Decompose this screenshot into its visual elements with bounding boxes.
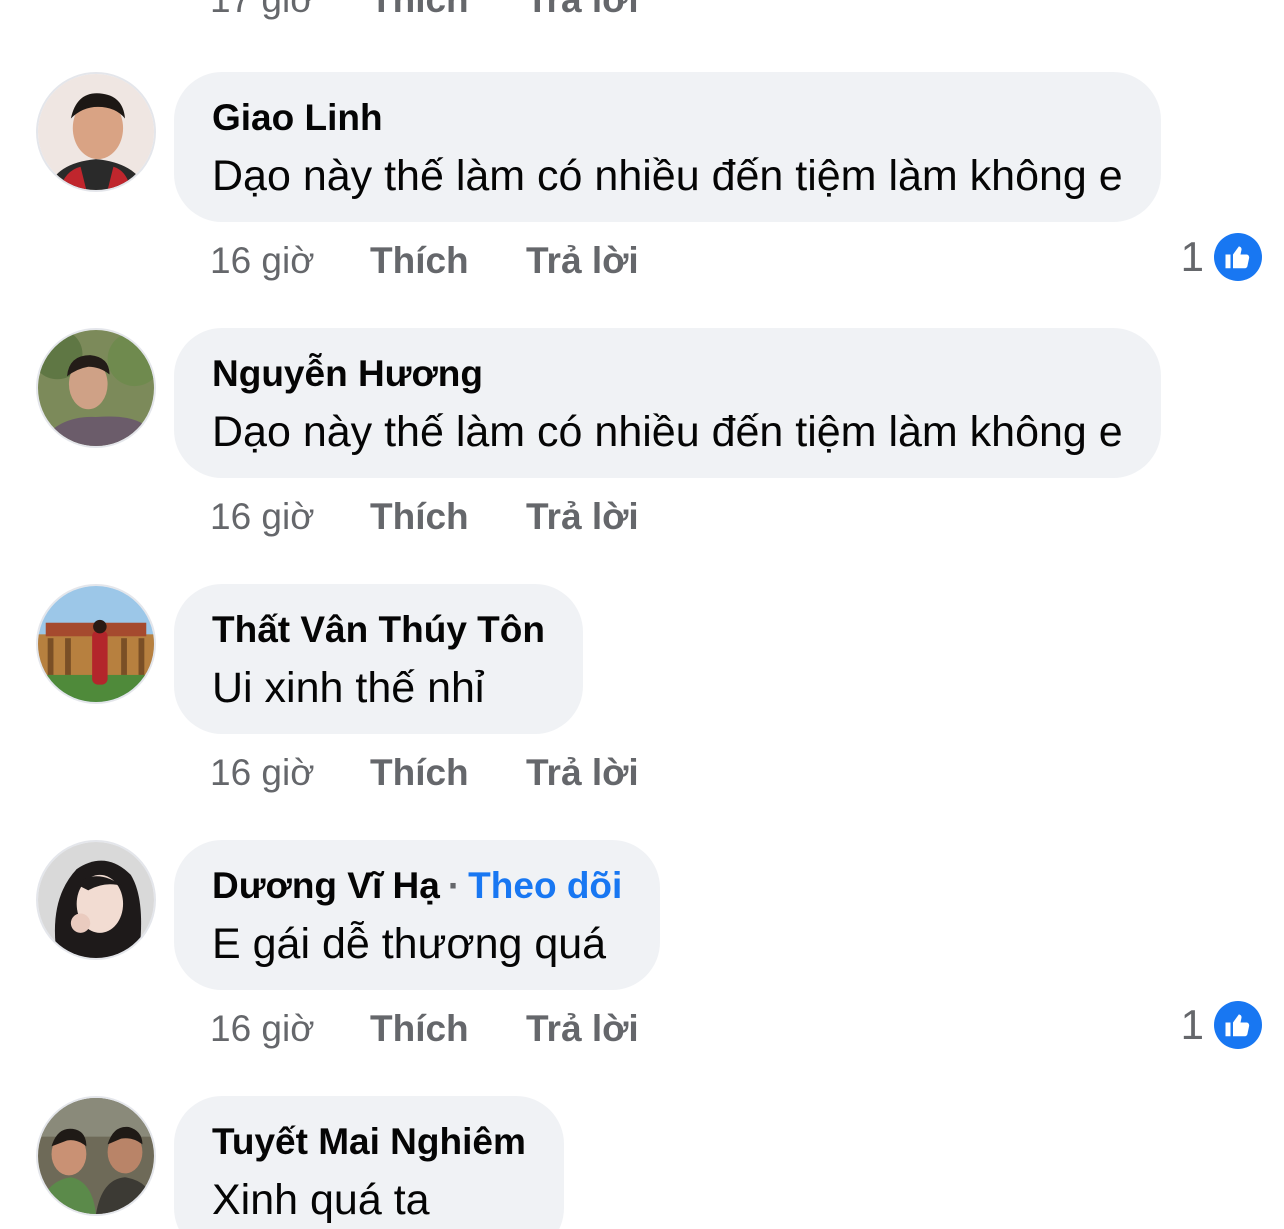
comment-text: Dạo này thế làm có nhiều đến tiệm làm kh…	[212, 152, 1123, 200]
comment-time[interactable]: 16 giờ	[210, 752, 370, 794]
comment-bubble: Nguyễn Hương Dạo này thế làm có nhiều đế…	[174, 328, 1161, 478]
reply-button[interactable]: Trả lời	[526, 1008, 639, 1050]
avatar-photo-icon	[38, 330, 154, 446]
reply-button[interactable]: Trả lời	[526, 752, 639, 794]
like-reaction-icon	[1214, 233, 1262, 281]
reaction-count: 1	[1180, 1001, 1204, 1048]
comment-thread: 17 giờ Thích Trả lời Giao Linh Dạo này t…	[0, 0, 1284, 1229]
commenter-name-line: Dương Vĩ Hạ · Theo dõi	[212, 862, 622, 910]
commenter-name[interactable]: Tuyết Mai Nghiêm	[212, 1118, 526, 1166]
avatar[interactable]	[36, 1096, 156, 1216]
comment-item: Nguyễn Hương Dạo này thế làm có nhiều đế…	[0, 328, 1284, 584]
avatar-photo-icon	[38, 842, 154, 958]
like-button[interactable]: Thích	[370, 240, 526, 282]
avatar[interactable]	[36, 328, 156, 448]
reaction-count: 1	[1180, 233, 1204, 280]
like-button[interactable]: Thích	[370, 1008, 526, 1050]
comment-text: Xinh quá ta	[212, 1176, 430, 1224]
commenter-name[interactable]: Dương Vĩ Hạ	[212, 865, 440, 906]
comment-time[interactable]: 16 giờ	[210, 240, 370, 282]
comment-item: Thất Vân Thúy Tôn Ui xinh thế nhỉ 16 giờ…	[0, 584, 1284, 840]
comment-actions: 16 giờ Thích Trả lời	[210, 492, 639, 542]
comment-item: Tuyết Mai Nghiêm Xinh quá ta	[0, 1096, 1284, 1229]
avatar[interactable]	[36, 840, 156, 960]
avatar-photo-icon	[38, 1098, 154, 1214]
comment-time[interactable]: 16 giờ	[210, 496, 370, 538]
avatar-photo-icon	[38, 74, 154, 190]
comment-time: 17 giờ	[210, 0, 370, 21]
reply-button[interactable]: Trả lời	[526, 0, 639, 21]
comment-bubble: Tuyết Mai Nghiêm Xinh quá ta	[174, 1096, 564, 1229]
comment-actions: 16 giờ Thích Trả lời	[210, 1004, 639, 1054]
reaction-summary[interactable]: 1	[1181, 232, 1262, 282]
comment-text: E gái dễ thương quá	[212, 920, 607, 968]
previous-comment-actions: 17 giờ Thích Trả lời	[210, 0, 639, 22]
avatar-photo-icon	[38, 586, 154, 702]
reply-button[interactable]: Trả lời	[526, 496, 639, 538]
reaction-summary[interactable]: 1	[1181, 1000, 1262, 1050]
reply-button[interactable]: Trả lời	[526, 240, 639, 282]
comment-text: Ui xinh thế nhỉ	[212, 664, 485, 712]
like-button[interactable]: Thích	[370, 752, 526, 794]
follow-link[interactable]: Theo dõi	[468, 865, 622, 906]
comment-actions: 16 giờ Thích Trả lời	[210, 236, 639, 286]
comment-bubble: Giao Linh Dạo này thế làm có nhiều đến t…	[174, 72, 1161, 222]
separator-dot: ·	[447, 865, 461, 906]
comment-item: Giao Linh Dạo này thế làm có nhiều đến t…	[0, 72, 1284, 328]
commenter-name[interactable]: Giao Linh	[212, 94, 1123, 142]
like-button[interactable]: Thích	[370, 0, 526, 21]
like-reaction-icon	[1214, 1001, 1262, 1049]
avatar[interactable]	[36, 584, 156, 704]
comment-bubble: Dương Vĩ Hạ · Theo dõi E gái dễ thương quá	[174, 840, 661, 990]
comment-item: Dương Vĩ Hạ · Theo dõi E gái dễ thương quá…	[0, 840, 1284, 1096]
avatar[interactable]	[36, 72, 156, 192]
commenter-name[interactable]: Thất Vân Thúy Tôn	[212, 606, 545, 654]
comment-actions: 16 giờ Thích Trả lời	[210, 748, 639, 798]
commenter-name[interactable]: Nguyễn Hương	[212, 350, 1123, 398]
comment-bubble: Thất Vân Thúy Tôn Ui xinh thế nhỉ	[174, 584, 583, 734]
comment-text: Dạo này thế làm có nhiều đến tiệm làm kh…	[212, 408, 1123, 456]
like-button[interactable]: Thích	[370, 496, 526, 538]
comment-time[interactable]: 16 giờ	[210, 1008, 370, 1050]
